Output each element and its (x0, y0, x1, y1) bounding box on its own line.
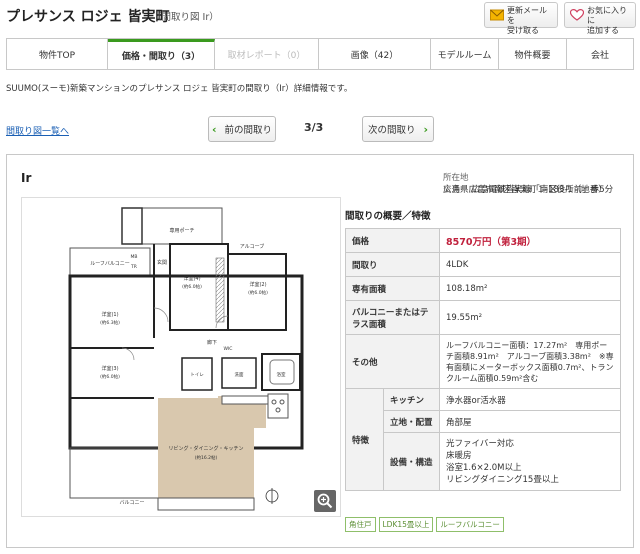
equipment-value: 光ファイバー対応 床暖房 浴室1.6×2.0M以上 リビングダイニング15畳以上 (439, 432, 621, 491)
floor-plan-drawing: ルーフバルコニー 専用ポーチ アルコーブ 洋室(4) (約6.0帖) 洋室(2)… (68, 207, 304, 511)
fp-ldk: リビング・ダイニング・キッチン (168, 445, 243, 452)
equipment-item: 浴室1.6×2.0M以上 (446, 462, 522, 473)
heart-icon (570, 9, 584, 21)
area-label: 専有面積 (345, 276, 440, 301)
equipment-item: リビングダイニング15畳以上 (446, 474, 559, 485)
prev-layout-label: 前の間取り (224, 125, 273, 136)
fp-balcony: バルコニー (120, 500, 145, 506)
equipment-label: 設備・構造 (383, 432, 440, 491)
fav-button-line2: 追加する (587, 26, 619, 35)
price-label: 価格 (345, 228, 440, 253)
layout-label: 間取り (345, 252, 440, 277)
fp-room2-size: (約6.0帖) (248, 289, 268, 296)
transit-value: 広島電鉄皆実線「南区役所前」歩5分 (471, 185, 614, 195)
tab-company[interactable]: 会社 (567, 39, 633, 69)
fp-room2: 洋室(2) (249, 281, 266, 288)
fp-porch: 専用ポーチ (169, 227, 194, 234)
feature-label: 特徴 (345, 388, 384, 491)
tab-model-room[interactable]: モデルルーム (431, 39, 499, 69)
equipment-item: 光ファイバー対応 (446, 438, 514, 449)
transit-label: 交通 (443, 185, 461, 195)
spec-table: 価格 8570万円（第3期） 間取り 4LDK 専有面積 108.18m² バル… (345, 228, 621, 491)
fp-toilet: トイレ (190, 373, 204, 378)
fp-mb: MB (131, 254, 138, 260)
balcony-label: バルコニーまたはテラス面積 (345, 300, 440, 335)
area-value: 108.18m² (439, 276, 621, 301)
kitchen-label: キッチン (383, 388, 440, 411)
summary-title: 間取りの概要／特徴 (345, 211, 431, 222)
intro-text: SUUMO(スーモ)新築マンションのプレサンス ロジェ 皆実町の間取り（Ir）詳… (6, 84, 353, 94)
prev-layout-button[interactable]: ‹ 前の間取り (208, 116, 276, 142)
equipment-item: 床暖房 (446, 450, 472, 461)
floor-plan-image[interactable]: ルーフバルコニー 専用ポーチ アルコーブ 洋室(4) (約6.0帖) 洋室(2)… (21, 197, 341, 517)
magnifier-icon (317, 493, 333, 509)
price-value: 8570万円（第3期） (439, 228, 621, 253)
mail-button-line1: 更新メールを (507, 6, 547, 25)
fp-room4-size: (約6.0帖) (182, 283, 202, 290)
page-subtitle: （間取り図 Ir） (152, 12, 219, 23)
location-label: 所在地 (443, 173, 469, 183)
page-title: プレサンス ロジェ 皆実町 (6, 9, 170, 25)
chevron-right-icon: › (423, 122, 429, 136)
floorplan-list-link[interactable]: 間取り図一覧へ (6, 124, 69, 137)
feature-tag: 角住戸 (345, 517, 376, 532)
layout-value: 4LDK (439, 252, 621, 277)
feature-tags: 角住戸 LDK15畳以上 ルーフバルコニー (345, 517, 504, 532)
tab-property-top[interactable]: 物件TOP (7, 39, 108, 69)
page-header: プレサンス ロジェ 皆実町 （間取り図 Ir） 更新メールを 受け取る お気に入… (0, 0, 640, 35)
feature-tag: ルーフバルコニー (436, 517, 504, 532)
fp-room1-size: (約6.3帖) (100, 319, 120, 326)
next-layout-label: 次の間取り (367, 125, 416, 136)
plan-name: Ir (21, 171, 32, 185)
fp-wic: WIC (224, 346, 233, 352)
tab-interview-report: 取材レポート（0） (215, 39, 319, 69)
zoom-button[interactable] (314, 490, 336, 512)
transit-row: 交通 広島電鉄皆実線「南区役所前」歩5分 (443, 183, 613, 195)
fp-entrance: 玄関 (157, 259, 167, 266)
plan-detail-panel: Ir 所在地 広島県広島市南区皆実町１-183-1（地番） 交通 広島電鉄皆実線… (6, 154, 634, 548)
tab-images[interactable]: 画像（42） (319, 39, 431, 69)
tab-price-layout[interactable]: 価格・間取り（3） (108, 39, 215, 69)
fav-button-line1: お気に入りに (587, 6, 627, 25)
next-layout-button[interactable]: 次の間取り › (362, 116, 434, 142)
other-value: ルーフバルコニー面積：17.27m² 専用ポーチ面積8.91m² アルコーブ面積… (439, 334, 621, 389)
add-favorite-button[interactable]: お気に入りに 追加する (564, 2, 636, 35)
fp-alcove: アルコーブ (240, 243, 265, 250)
chevron-left-icon: ‹ (211, 122, 217, 136)
property-tabs: 物件TOP 価格・間取り（3） 取材レポート（0） 画像（42） モデルルーム … (6, 38, 634, 70)
fp-ldk-size: (約16.2帖) (195, 454, 218, 461)
fp-roof-balcony: ルーフバルコニー (90, 261, 130, 267)
site-value: 角部屋 (439, 410, 621, 433)
fp-room3-size: (約6.0帖) (100, 373, 120, 380)
mail-button-line2: 受け取る (507, 26, 539, 35)
site-label: 立地・配置 (383, 410, 440, 433)
fp-room4: 洋室(4) (183, 275, 200, 282)
fp-wash: 洗面 (235, 371, 244, 378)
page-indicator: 3/3 (304, 121, 324, 134)
feature-tag: LDK15畳以上 (378, 517, 434, 532)
mail-icon (490, 9, 504, 21)
fp-tr: TR (130, 264, 137, 270)
other-label: その他 (345, 334, 440, 389)
fp-room3: 洋室(3) (101, 365, 118, 372)
subscribe-mail-button[interactable]: 更新メールを 受け取る (484, 2, 558, 35)
tab-property-outline[interactable]: 物件概要 (499, 39, 567, 69)
balcony-value: 19.55m² (439, 300, 621, 335)
kitchen-value: 浄水器or活水器 (439, 388, 621, 411)
fp-bath: 浴室 (277, 371, 286, 378)
fp-hallway: 廊下 (207, 339, 217, 346)
fp-room1: 洋室(1) (101, 311, 118, 318)
